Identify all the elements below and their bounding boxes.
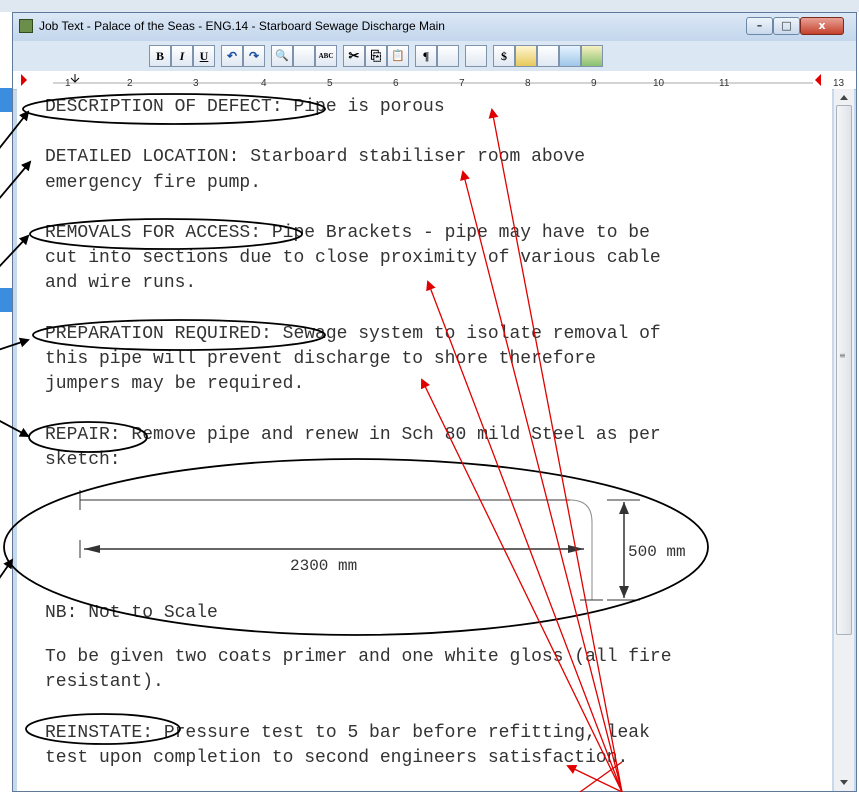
font-size-icon[interactable] bbox=[465, 45, 487, 67]
dollar-icon[interactable]: $ bbox=[493, 45, 515, 67]
person-icon[interactable] bbox=[537, 45, 559, 67]
close-button[interactable]: x bbox=[800, 17, 844, 35]
text-line: PREPARATION REQUIRED: Sewage system to i… bbox=[45, 324, 661, 344]
background-highlight bbox=[0, 288, 12, 312]
app-icon bbox=[19, 19, 33, 33]
find-icon[interactable]: 🔍 bbox=[271, 45, 293, 67]
scroll-down-icon[interactable] bbox=[840, 780, 848, 785]
ruler-number: 11 bbox=[719, 78, 730, 89]
bold-button[interactable]: B bbox=[149, 45, 171, 67]
copy-icon[interactable]: ⎘ bbox=[365, 45, 387, 67]
redo-icon[interactable]: ↷ bbox=[243, 45, 265, 67]
underline-button[interactable]: U bbox=[193, 45, 215, 67]
maximize-button[interactable]: □ bbox=[773, 17, 800, 35]
spellcheck-icon[interactable]: ABC bbox=[315, 45, 337, 67]
text-line: cut into sections due to close proximity… bbox=[45, 248, 661, 268]
format-icon[interactable] bbox=[515, 45, 537, 67]
background-highlight bbox=[0, 88, 12, 112]
job-text-window: Job Text - Palace of the Seas - ENG.14 -… bbox=[12, 12, 857, 792]
title-bar[interactable]: Job Text - Palace of the Seas - ENG.14 -… bbox=[13, 13, 856, 41]
paste-icon[interactable]: 📋 bbox=[387, 45, 409, 67]
undo-icon[interactable]: ↶ bbox=[221, 45, 243, 67]
ruler-number: 5 bbox=[327, 78, 333, 89]
image-icon[interactable] bbox=[559, 45, 581, 67]
text-line: jumpers may be required. bbox=[45, 374, 305, 394]
exit-icon[interactable] bbox=[581, 45, 603, 67]
ruler-number: 9 bbox=[591, 78, 597, 89]
scroll-up-icon[interactable] bbox=[840, 95, 848, 100]
text-line: REPAIR: Remove pipe and renew in Sch 80 … bbox=[45, 425, 661, 445]
ruler-graphic: 1 2 3 4 5 6 7 8 9 10 11 13 bbox=[21, 74, 845, 89]
text-line: To be given two coats primer and one whi… bbox=[45, 647, 672, 667]
paragraph-icon[interactable]: ¶ bbox=[415, 45, 437, 67]
ruler-number: 1 bbox=[65, 78, 71, 89]
grip-icon: ≡ bbox=[839, 351, 846, 360]
text-line: and wire runs. bbox=[45, 273, 197, 293]
vertical-scrollbar[interactable]: ≡ bbox=[833, 89, 854, 791]
text-line: DETAILED LOCATION: Starboard stabiliser … bbox=[45, 147, 586, 167]
text-line: this pipe will prevent discharge to shor… bbox=[45, 349, 596, 369]
text-line: REINSTATE: Pressure test to 5 bar before… bbox=[45, 723, 650, 743]
insert-icon[interactable] bbox=[437, 45, 459, 67]
minimize-button[interactable]: – bbox=[746, 17, 773, 35]
ruler-number: 2 bbox=[127, 78, 133, 89]
text-line: test upon completion to second engineers… bbox=[45, 748, 629, 768]
ruler-number: 7 bbox=[459, 78, 465, 89]
text-line: resistant). bbox=[45, 672, 164, 692]
text-line: sketch: bbox=[45, 450, 121, 470]
scroll-thumb[interactable] bbox=[836, 105, 852, 635]
text-line: DESCRIPTION OF DEFECT: Pipe is porous bbox=[45, 97, 445, 117]
ruler-number: 4 bbox=[261, 78, 267, 89]
ruler-number: 6 bbox=[393, 78, 399, 89]
document-text-area[interactable]: DESCRIPTION OF DEFECT: Pipe is porous DE… bbox=[17, 89, 832, 791]
formatting-toolbar: B I U ↶ ↷ 🔍 ABC ✂ ⎘ 📋 ¶ $ bbox=[13, 41, 856, 71]
sketch-note: NB: Not to Scale bbox=[45, 603, 218, 623]
cut-icon[interactable]: ✂ bbox=[343, 45, 365, 67]
text-line: emergency fire pump. bbox=[45, 173, 262, 193]
background-strip bbox=[0, 0, 859, 12]
italic-button[interactable]: I bbox=[171, 45, 193, 67]
window-title: Job Text - Palace of the Seas - ENG.14 -… bbox=[39, 19, 445, 33]
sort-icon[interactable] bbox=[293, 45, 315, 67]
text-line: REMOVALS FOR ACCESS: Pipe Brackets - pip… bbox=[45, 223, 650, 243]
ruler-number: 13 bbox=[833, 78, 845, 89]
ruler-number: 3 bbox=[193, 78, 199, 89]
ruler[interactable]: 1 2 3 4 5 6 7 8 9 10 11 13 bbox=[13, 71, 856, 90]
ruler-number: 10 bbox=[653, 78, 665, 89]
ruler-number: 8 bbox=[525, 78, 531, 89]
